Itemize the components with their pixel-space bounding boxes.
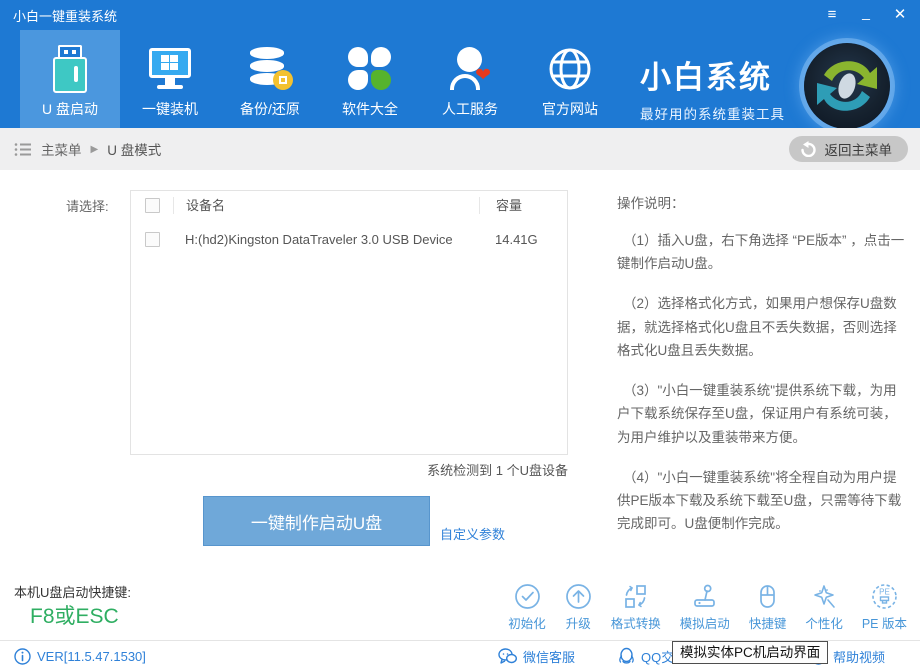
select-all-checkbox[interactable]: [145, 198, 160, 213]
usb-device-table: 设备名 容量 H:(hd2)Kingston DataTraveler 3.0 …: [130, 190, 568, 455]
brand-block: 小白系统 最好用的系统重装工具: [640, 52, 785, 123]
init-icon: [514, 583, 541, 610]
usb-drive-icon: [53, 45, 87, 93]
tool-label: 快捷键: [749, 613, 787, 632]
monitor-icon: [147, 45, 193, 93]
main-nav: U 盘启动 一键装机: [0, 30, 920, 128]
tab-human-support[interactable]: ❤ 人工服务: [420, 30, 520, 128]
title-bar: 小白一键重装系统 ≡ _ ✕: [0, 0, 920, 30]
tool-label: PE 版本: [862, 613, 907, 632]
breadcrumb-bar: 主菜单 ▶ U 盘模式 返回主菜单: [0, 128, 920, 170]
instructions-panel: 操作说明： （1）插入U盘，右下角选择 “PE版本” ，点击一键制作启动U盘。 …: [617, 192, 909, 535]
boot-hotkey-label: 本机U盘启动快捷键:: [14, 582, 131, 601]
software-collection-icon: [348, 45, 392, 93]
tab-label: 一键装机: [142, 99, 198, 119]
device-name-cell: H:(hd2)Kingston DataTraveler 3.0 USB Dev…: [173, 232, 479, 247]
close-icon[interactable]: ✕: [890, 0, 910, 30]
tool-pe-version[interactable]: PE PE 版本: [862, 583, 907, 632]
tab-backup-restore[interactable]: 备份/还原: [220, 30, 320, 128]
wechat-icon: [498, 648, 517, 665]
version-info[interactable]: VER[11.5.47.1530]: [14, 641, 146, 670]
tool-label: 格式转换: [611, 613, 661, 632]
app-title: 小白一键重装系统: [13, 6, 117, 25]
nav-tabs: U 盘启动 一键装机: [20, 30, 620, 128]
device-capacity-cell: 14.41G: [479, 232, 567, 247]
table-row[interactable]: H:(hd2)Kingston DataTraveler 3.0 USB Dev…: [131, 220, 567, 258]
make-boot-usb-button[interactable]: 一键制作启动U盘: [203, 496, 430, 546]
format-convert-icon: [622, 583, 649, 610]
column-header-device-name: 设备名: [173, 197, 479, 214]
breadcrumb-current: U 盘模式: [107, 139, 161, 159]
app-window: 小白一键重装系统 ≡ _ ✕ U 盘启动 一键: [0, 0, 920, 670]
tool-init[interactable]: 初始化: [508, 583, 546, 632]
tab-label: 官方网站: [542, 99, 598, 119]
brand-tagline: 最好用的系统重装工具: [640, 103, 785, 123]
simulate-boot-icon: [691, 583, 718, 610]
svg-text:PE: PE: [879, 588, 890, 597]
tool-hotkey[interactable]: 快捷键: [749, 583, 787, 632]
menu-icon[interactable]: ≡: [822, 0, 842, 30]
upgrade-icon: [565, 583, 592, 610]
help-label: 帮助视频: [833, 647, 885, 666]
boot-hotkey-value: F8或ESC: [30, 600, 119, 630]
wechat-support-link[interactable]: 微信客服: [498, 641, 575, 670]
select-prompt-label: 请选择:: [66, 196, 109, 215]
qq-icon: [618, 647, 635, 665]
wechat-label: 微信客服: [523, 647, 575, 666]
tool-label: 个性化: [805, 613, 843, 632]
return-arrow-icon: [799, 141, 817, 157]
pe-version-icon: PE: [871, 583, 898, 610]
tab-one-click-install[interactable]: 一键装机: [120, 30, 220, 128]
version-text: VER[11.5.47.1530]: [37, 649, 146, 664]
info-icon: [14, 648, 31, 665]
tool-row: 初始化 升级 格式转换: [508, 583, 907, 632]
tool-format-convert[interactable]: 格式转换: [611, 583, 661, 632]
breadcrumb-separator-icon: ▶: [91, 144, 99, 155]
tool-label: 模拟启动: [680, 613, 730, 632]
instructions-title: 操作说明：: [617, 192, 909, 212]
instruction-step: （2）选择格式化方式，如果用户想保存U盘数据，就选择格式化U盘且不丢失数据，否则…: [617, 292, 909, 362]
official-website-icon: [547, 45, 593, 93]
list-icon: [14, 142, 32, 157]
instruction-step: （3）"小白一键重装系统"提供系统下载，为用户下载系统保存至U盘，保证用户有系统…: [617, 379, 909, 449]
table-header-row: 设备名 容量: [131, 191, 567, 220]
tool-label: 升级: [566, 613, 591, 632]
window-controls: ≡ _ ✕: [822, 0, 910, 30]
tab-official-website[interactable]: 官方网站: [520, 30, 620, 128]
column-header-capacity: 容量: [479, 197, 567, 214]
tool-personalize[interactable]: 个性化: [805, 583, 843, 632]
back-button-label: 返回主菜单: [825, 139, 893, 159]
instruction-step: （4）"小白一键重装系统"将全程自动为用户提供PE版本下载及系统下载至U盘，只需…: [617, 466, 909, 536]
personalize-icon: [811, 583, 838, 610]
back-to-main-menu-button[interactable]: 返回主菜单: [789, 136, 909, 162]
breadcrumb-root[interactable]: 主菜单: [41, 139, 82, 159]
tab-label: 软件大全: [342, 99, 398, 119]
tab-usb-boot[interactable]: U 盘启动: [20, 30, 120, 128]
backup-restore-icon: [247, 45, 293, 93]
tool-simulate-boot[interactable]: 模拟启动: [680, 583, 730, 632]
tool-label: 初始化: [508, 613, 546, 632]
instruction-step: （1）插入U盘，右下角选择 “PE版本” ，点击一键制作启动U盘。: [617, 229, 909, 275]
brand-logo-icon: [804, 43, 890, 129]
detection-status-text: 系统检测到 1 个U盘设备: [130, 460, 568, 479]
custom-params-link[interactable]: 自定义参数: [440, 524, 505, 543]
hotkey-icon: [754, 583, 781, 610]
brand-name: 小白系统: [640, 52, 785, 97]
tab-software-collection[interactable]: 软件大全: [320, 30, 420, 128]
tab-label: U 盘启动: [42, 99, 98, 119]
minimize-icon[interactable]: _: [856, 0, 876, 27]
tab-label: 备份/还原: [240, 99, 300, 119]
tool-upgrade[interactable]: 升级: [565, 583, 592, 632]
human-support-icon: ❤: [447, 45, 493, 93]
simulate-boot-tooltip: 模拟实体PC机启动界面: [672, 641, 828, 664]
tab-label: 人工服务: [442, 99, 498, 119]
device-row-checkbox[interactable]: [145, 232, 160, 247]
